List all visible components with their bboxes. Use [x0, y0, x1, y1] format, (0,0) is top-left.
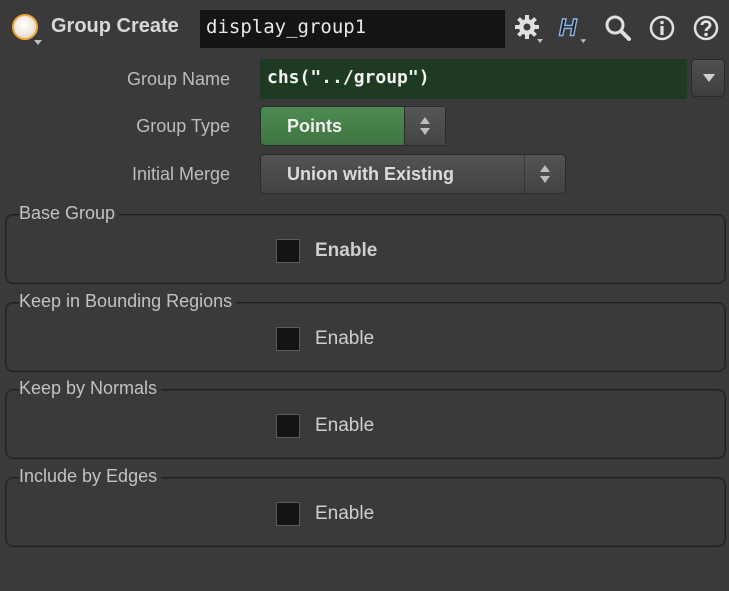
folder-title[interactable]: Keep by Normals [19, 378, 162, 399]
updown-arrows-icon [524, 155, 565, 193]
folder-title[interactable]: Base Group [19, 203, 120, 224]
updown-arrows-icon [404, 107, 445, 145]
help-icon[interactable] [690, 12, 722, 44]
folder-title[interactable]: Keep in Bounding Regions [19, 291, 237, 312]
initial-merge-menu[interactable]: Union with Existing [260, 154, 566, 194]
group-name-menu-button[interactable] [691, 59, 725, 97]
houdini-h-icon[interactable]: H [556, 12, 588, 44]
group-type-label: Group Type [136, 116, 230, 136]
gear-icon[interactable] [512, 12, 544, 44]
base-group-enable-checkbox[interactable] [276, 239, 300, 263]
group-type-value: Points [287, 115, 343, 136]
bounding-regions-enable-checkbox[interactable] [276, 327, 300, 351]
search-icon[interactable] [602, 12, 634, 44]
node-type-icon[interactable] [12, 14, 38, 40]
initial-merge-label: Initial Merge [131, 164, 230, 184]
checkbox-label[interactable]: Enable [315, 328, 374, 350]
folder-title[interactable]: Include by Edges [19, 466, 162, 487]
checkbox-label[interactable]: Enable [315, 415, 374, 437]
group-name-field[interactable]: chs("../group") [260, 59, 687, 99]
checkbox-label[interactable]: Enable [315, 240, 377, 262]
parameter-header: Group Create display_group1 H [0, 0, 729, 56]
checkbox-label[interactable]: Enable [315, 503, 374, 525]
group-type-menu[interactable]: Points [260, 106, 446, 146]
normals-enable-checkbox[interactable] [276, 414, 300, 438]
initial-merge-value: Union with Existing [287, 163, 454, 184]
group-name-label: Group Name [126, 69, 230, 89]
edges-enable-checkbox[interactable] [276, 502, 300, 526]
info-icon[interactable] [646, 12, 678, 44]
node-icon-menu-caret[interactable] [34, 40, 42, 45]
node-type-label: Group Create [51, 15, 179, 37]
node-name-field[interactable]: display_group1 [200, 10, 505, 48]
svg-text:H: H [559, 15, 578, 42]
